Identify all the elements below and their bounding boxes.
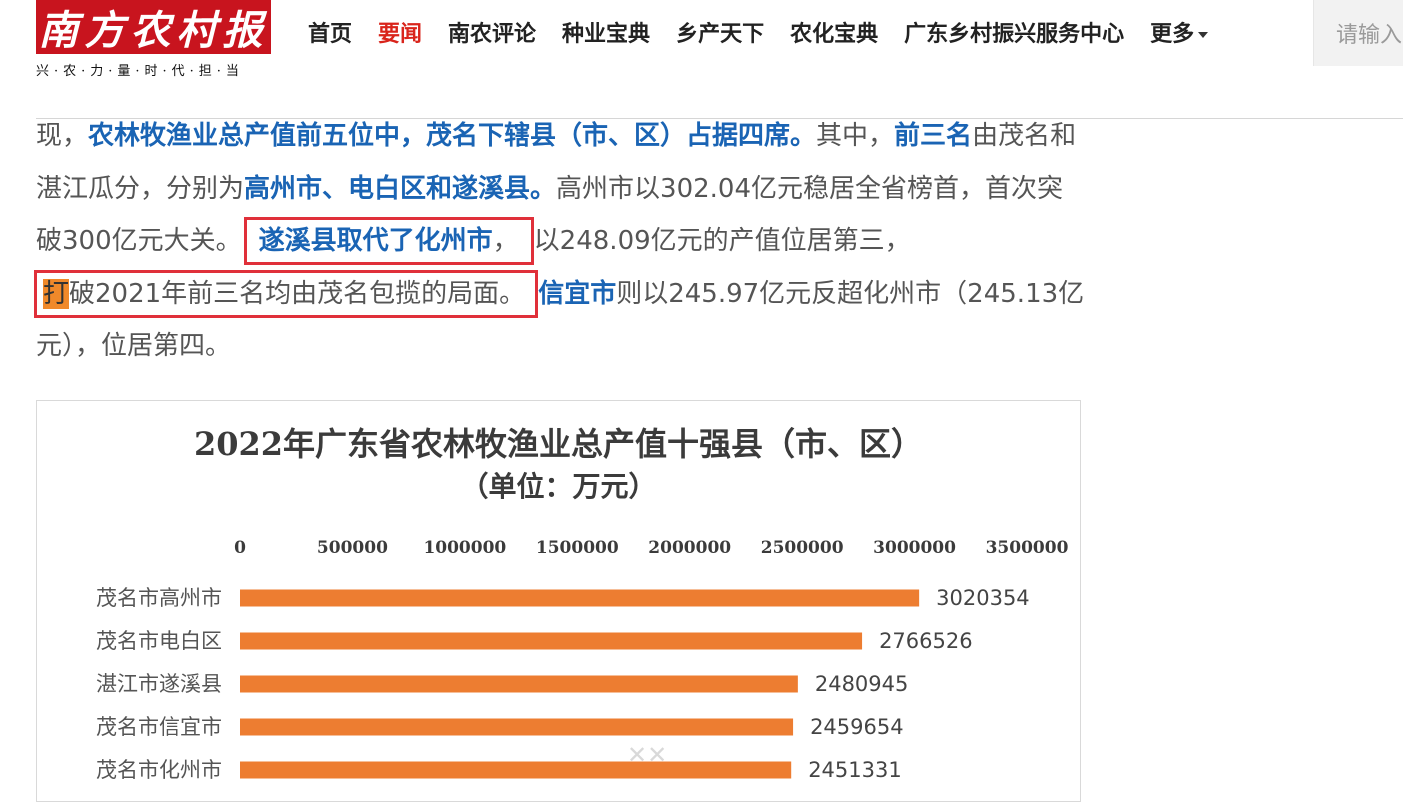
- chevron-down-icon: [1198, 32, 1209, 38]
- nav-more-label: 更多: [1150, 22, 1195, 47]
- text-run: 以248.09亿元的产值位居第三，: [533, 226, 911, 256]
- x-tick-label: 2000000: [648, 538, 731, 558]
- nav-item-news[interactable]: 要闻: [378, 16, 422, 48]
- category-label: 茂名市电白区: [96, 629, 222, 653]
- text-run: 现，: [36, 121, 89, 151]
- data-label: 2480945: [815, 672, 909, 696]
- category-label: 湛江市遂溪县: [96, 672, 222, 696]
- highlight-text: 农林牧渔业总产值前五位中，茂名下辖县（市、区）占据四席。: [88, 121, 817, 151]
- bar: [240, 718, 794, 736]
- highlight-text: 遂溪县取代了化州市: [258, 226, 493, 256]
- nav-item-service-center[interactable]: 广东乡村振兴服务中心: [904, 16, 1124, 48]
- logo-text: 南方农村报: [38, 7, 269, 54]
- main-nav: 首页 要闻 南农评论 种业宝典 乡产天下 农化宝典 广东乡村振兴服务中心 更多: [295, 12, 1221, 52]
- bar: [240, 589, 920, 607]
- nav-item-more[interactable]: 更多: [1150, 16, 1209, 48]
- nav-item-agrochem[interactable]: 农化宝典: [790, 16, 878, 48]
- nav-item-commentary[interactable]: 南农评论: [448, 16, 536, 48]
- nav-item-seeds[interactable]: 种业宝典: [562, 16, 650, 48]
- nav-item-home[interactable]: 首页: [308, 16, 352, 48]
- selected-text: 打: [43, 278, 70, 309]
- x-tick-label: 2500000: [761, 538, 844, 558]
- watermark: ✕✕: [627, 741, 668, 769]
- text-run: 破2021年前三名均由茂名包揽的局面。: [69, 278, 526, 309]
- logo-slogan: 兴·农·力·量·时·代·担·当: [36, 64, 244, 79]
- site-header: 南方农村报 兴·农·力·量·时·代·担·当 首页 要闻 南农评论 种业宝典 乡产…: [0, 0, 1403, 118]
- article-body: 现，农林牧渔业总产值前五位中，茂名下辖县（市、区）占据四席。其中，前三名由茂名和…: [34, 110, 1086, 373]
- site-logo[interactable]: 南方农村报: [36, 0, 271, 54]
- highlight-text: 高州市、电白区和遂溪县。: [244, 173, 557, 204]
- data-label: 2459654: [810, 715, 904, 739]
- red-annotation-box: 打破2021年前三名均由茂名包揽的局面。: [34, 269, 539, 318]
- bar: [240, 632, 863, 650]
- highlight-text: 信宜市: [538, 278, 617, 309]
- chart-plot: 0 500000 1000000 1500000 2000000 2500000 30000…: [96, 538, 1069, 782]
- text-run: 其中，: [816, 121, 895, 151]
- article-paragraph: 现，农林牧渔业总产值前五位中，茂名下辖县（市、区）占据四席。其中，前三名由茂名和…: [34, 110, 1086, 373]
- highlight-text: 前三名: [894, 121, 973, 151]
- x-tick-label: 0: [234, 538, 246, 558]
- x-tick-label: 1000000: [423, 538, 506, 558]
- search-placeholder: 请输入: [1336, 23, 1403, 48]
- bar: [240, 761, 792, 779]
- category-label: 茂名市高州市: [96, 586, 222, 610]
- bar-chart: 2022年广东省农林牧渔业总产值十强县（市、区） （单位：万元） 0 500000…: [36, 400, 1081, 802]
- x-tick-label: 3000000: [873, 538, 956, 558]
- red-annotation-box: 遂溪县取代了化州市，: [243, 217, 534, 265]
- category-label: 茂名市信宜市: [96, 715, 222, 739]
- category-label: 茂名市化州市: [96, 758, 222, 782]
- x-tick-label: 500000: [317, 538, 388, 558]
- data-label: 2451331: [808, 758, 902, 782]
- x-tick-label: 1500000: [536, 538, 619, 558]
- search-input[interactable]: 请输入: [1313, 0, 1403, 66]
- data-label: 2766526: [879, 629, 973, 653]
- bar: [240, 675, 798, 693]
- x-tick-label: 3500000: [986, 538, 1069, 558]
- text-run: ，: [492, 226, 519, 256]
- nav-item-products[interactable]: 乡产天下: [676, 16, 764, 48]
- data-label: 3020354: [936, 586, 1030, 610]
